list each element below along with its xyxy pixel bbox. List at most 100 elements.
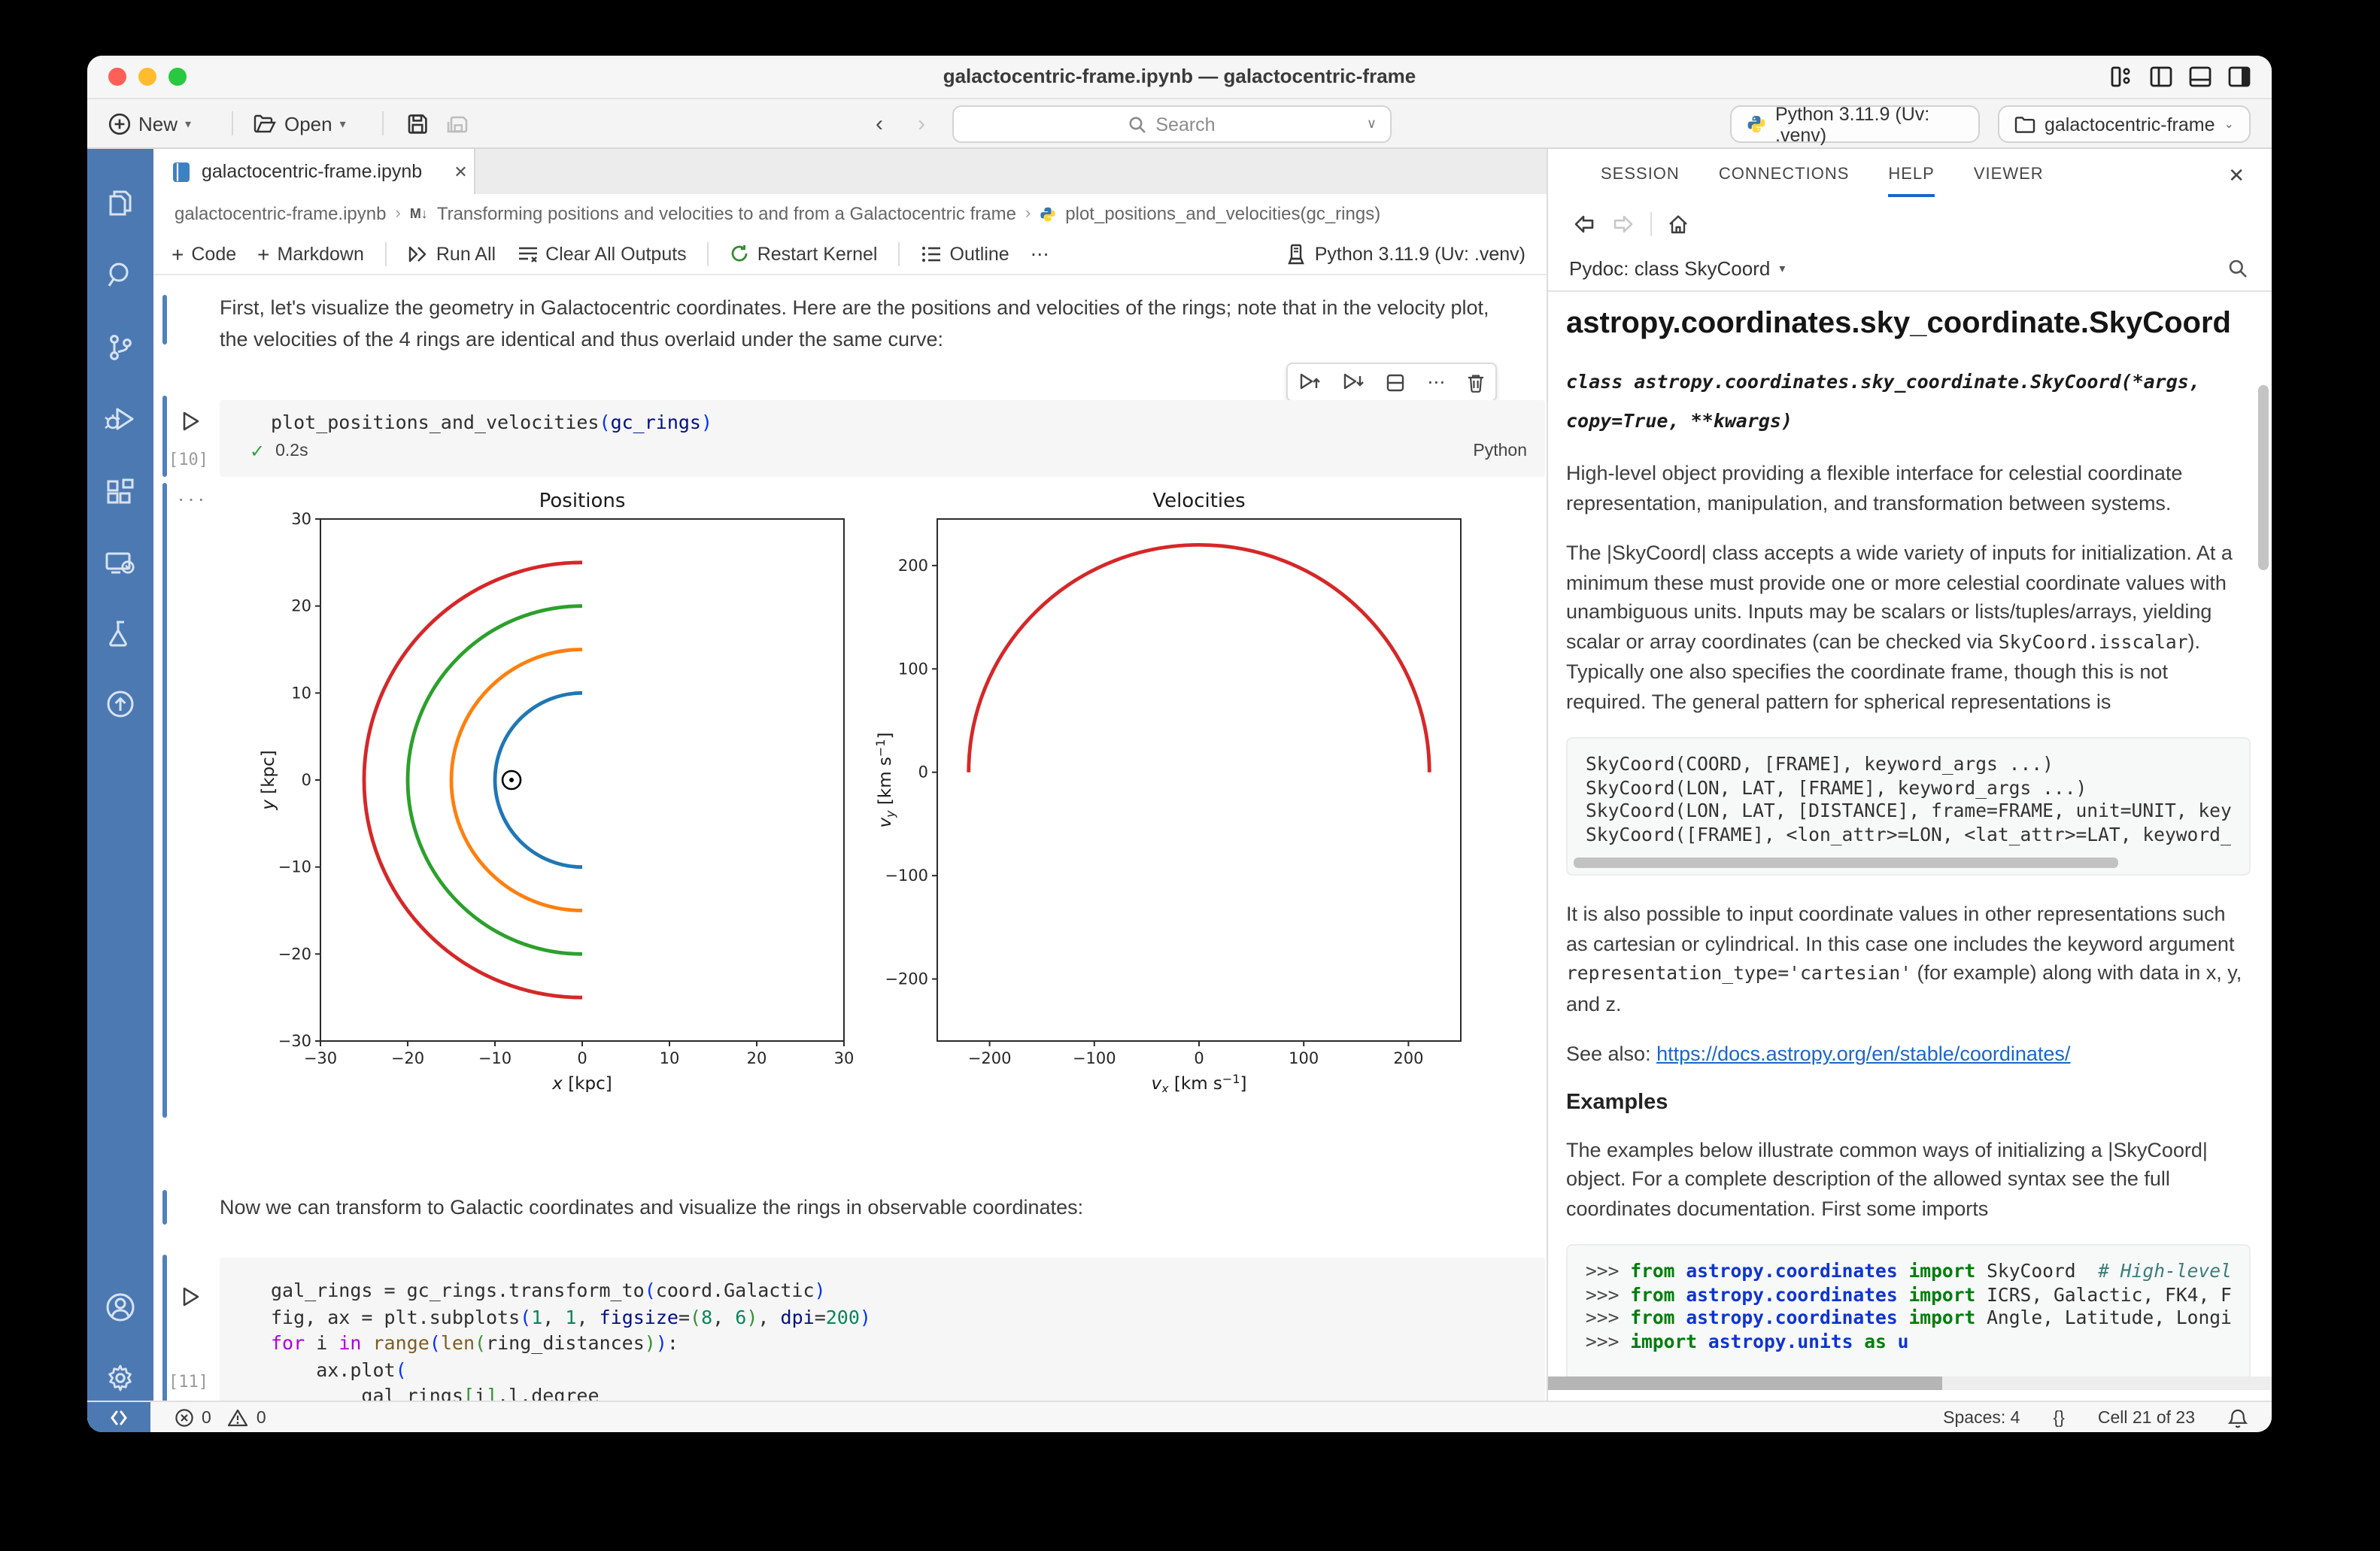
delete-cell-icon[interactable] [1467, 372, 1485, 392]
help-horizontal-scrollbar[interactable] [1548, 1376, 2272, 1390]
search-input[interactable]: Search ∨ [952, 105, 1392, 143]
code-cell[interactable]: gal_rings = gc_rings.transform_to(coord.… [220, 1258, 1545, 1402]
doc-paragraph: It is also possible to input coordinate … [1566, 900, 2251, 1018]
search-icon[interactable] [102, 257, 138, 293]
remote-indicator[interactable] [87, 1402, 150, 1432]
split-editor-icon[interactable] [2150, 66, 2172, 87]
svg-text:20: 20 [291, 597, 311, 615]
cell-position-status[interactable]: Cell 21 of 23 [2098, 1409, 2195, 1427]
open-label: Open [284, 112, 332, 135]
code-line[interactable]: fig, ax = plt.subplots(1, 1, figsize=(8,… [271, 1304, 1545, 1330]
doc-paragraph: The examples below illustrate common way… [1566, 1135, 2251, 1223]
history-back-button[interactable]: ‹ [876, 105, 883, 141]
cell-status-row: ✓ 0.2s Python [250, 441, 1527, 462]
extensions-icon[interactable] [102, 474, 138, 510]
account-icon[interactable] [102, 1289, 138, 1325]
tab-connections[interactable]: CONNECTIONS [1719, 165, 1850, 187]
cell-focus-bar [162, 1190, 167, 1225]
help-search-icon[interactable] [2228, 258, 2248, 278]
breadcrumb-cell[interactable]: plot_positions_and_velocities(gc_rings) [1065, 203, 1380, 224]
code-line[interactable]: gal_rings[i].l.degree [271, 1383, 1545, 1402]
docs-link[interactable]: https://docs.astropy.org/en/stable/coord… [1656, 1043, 2070, 1065]
language-braces-status[interactable]: {} [2053, 1409, 2064, 1427]
tab-session[interactable]: SESSION [1601, 165, 1680, 187]
save-all-icon [445, 112, 469, 135]
breadcrumb-section[interactable]: Transforming positions and velocities to… [437, 203, 1016, 224]
output-collapse-indicator[interactable]: ··· [178, 486, 208, 510]
toggle-secondary-sidebar-icon[interactable] [2228, 66, 2251, 87]
notifications-bell-icon[interactable] [2228, 1407, 2248, 1428]
nav-back-icon[interactable] [1572, 214, 1596, 235]
code-cell[interactable]: plot_positions_and_velocities(gc_rings) … [220, 400, 1545, 477]
breadcrumb-file[interactable]: galactocentric-frame.ipynb [175, 203, 386, 224]
indentation-status[interactable]: Spaces: 4 [1943, 1409, 2020, 1427]
cell-language[interactable]: Python [1473, 442, 1527, 460]
code-block-line: >>> from astropy.coordinates import SkyC… [1586, 1261, 2231, 1284]
code-line[interactable]: gal_rings = gc_rings.transform_to(coord.… [271, 1277, 1545, 1304]
run-cell-button[interactable] [181, 411, 202, 432]
breadcrumb: galactocentric-frame.ipynb › M↓ Transfor… [153, 194, 1547, 233]
markdown-cell[interactable]: First, let's visualize the geometry in G… [220, 293, 1501, 357]
more-cell-actions-icon[interactable]: ⋯ [1427, 378, 1445, 387]
status-bar: 0 0 Spaces: 4 {} Cell 21 of 23 [87, 1401, 2272, 1432]
cell-toolbar: ⋯ [1286, 363, 1497, 402]
close-panel-icon[interactable]: ✕ [2228, 164, 2245, 188]
home-icon[interactable] [1667, 214, 1689, 235]
activity-bar [87, 149, 153, 1401]
settings-gear-icon[interactable] [102, 1360, 138, 1396]
project-selector[interactable]: galactocentric-frame ⌄ [1998, 105, 2251, 143]
save-all-button[interactable] [445, 105, 469, 141]
code-block-line: >>> from astropy.coordinates import ICRS… [1586, 1284, 2231, 1307]
publish-icon[interactable] [102, 686, 138, 722]
remote-sessions-icon[interactable] [102, 545, 138, 581]
run-cells-above-icon[interactable] [1298, 372, 1321, 393]
divider [899, 241, 900, 266]
new-button[interactable]: New▾ [108, 105, 191, 141]
chevron-down-icon: ⌄ [2224, 117, 2234, 131]
outline-button[interactable]: Outline [921, 243, 1009, 264]
tab-viewer[interactable]: VIEWER [1974, 165, 2044, 187]
warnings-count: 0 [257, 1409, 266, 1427]
divider [1650, 212, 1652, 236]
pydoc-selector[interactable]: Pydoc: class SkyCoord ▾ [1548, 245, 2272, 292]
explorer-icon[interactable] [102, 185, 138, 221]
search-icon [1128, 115, 1146, 133]
testing-icon[interactable] [102, 615, 138, 651]
add-markdown-cell-button[interactable]: +Markdown [257, 241, 364, 266]
restart-kernel-button[interactable]: Restart Kernel [730, 243, 878, 264]
toggle-panel-icon[interactable] [2189, 66, 2212, 87]
customize-layout-icon[interactable] [2111, 66, 2133, 87]
cell-duration: 0.2s [275, 442, 308, 460]
split-cell-icon[interactable] [1386, 372, 1406, 392]
kernel-icon [1286, 243, 1306, 264]
tab-notebook[interactable]: galactocentric-frame.ipynb ✕ [153, 149, 475, 194]
more-actions-button[interactable]: ⋯ [1031, 242, 1049, 265]
markdown-cell[interactable]: Now we can transform to Galactic coordin… [220, 1193, 1513, 1225]
code-line[interactable]: ax.plot( [271, 1356, 1545, 1383]
code-block-signatures: SkyCoord(COORD, [FRAME], keyword_args ..… [1566, 737, 2251, 876]
run-cells-below-icon[interactable] [1343, 372, 1365, 393]
save-button[interactable] [406, 105, 429, 141]
add-code-cell-button[interactable]: +Code [172, 241, 236, 266]
svg-text:−20: −20 [391, 1049, 424, 1067]
history-forward-button[interactable]: › [918, 105, 925, 141]
code-line[interactable]: for i in range(len(ring_distances)): [271, 1330, 1545, 1356]
scrollbar-thumb[interactable] [1548, 1376, 1942, 1390]
nav-forward-icon[interactable] [1611, 214, 1635, 235]
code-block-line: SkyCoord(LON, LAT, [DISTANCE], frame=FRA… [1586, 800, 2231, 824]
clear-all-outputs-button[interactable]: Clear All Outputs [517, 243, 687, 264]
source-control-icon[interactable] [102, 329, 138, 366]
run-cell-button[interactable] [181, 1286, 202, 1307]
run-all-button[interactable]: Run All [408, 243, 496, 264]
tab-help[interactable]: HELP [1888, 165, 1935, 187]
code-line[interactable]: plot_positions_and_velocities(gc_rings) [220, 400, 1545, 436]
kernel-status-button[interactable]: Python 3.11.9 (Uv: .venv) [1286, 243, 1525, 264]
interpreter-selector[interactable]: Python 3.11.9 (Uv: .venv) [1730, 105, 1980, 143]
open-button[interactable]: Open▾ [253, 105, 346, 141]
run-debug-icon[interactable] [102, 402, 138, 438]
code-block-hscrollbar[interactable] [1574, 857, 2119, 868]
problems-indicator[interactable]: 0 0 [175, 1402, 266, 1432]
help-vertical-scrollbar[interactable] [2258, 385, 2269, 570]
restart-icon [730, 244, 750, 263]
close-tab-icon[interactable]: ✕ [454, 162, 467, 181]
